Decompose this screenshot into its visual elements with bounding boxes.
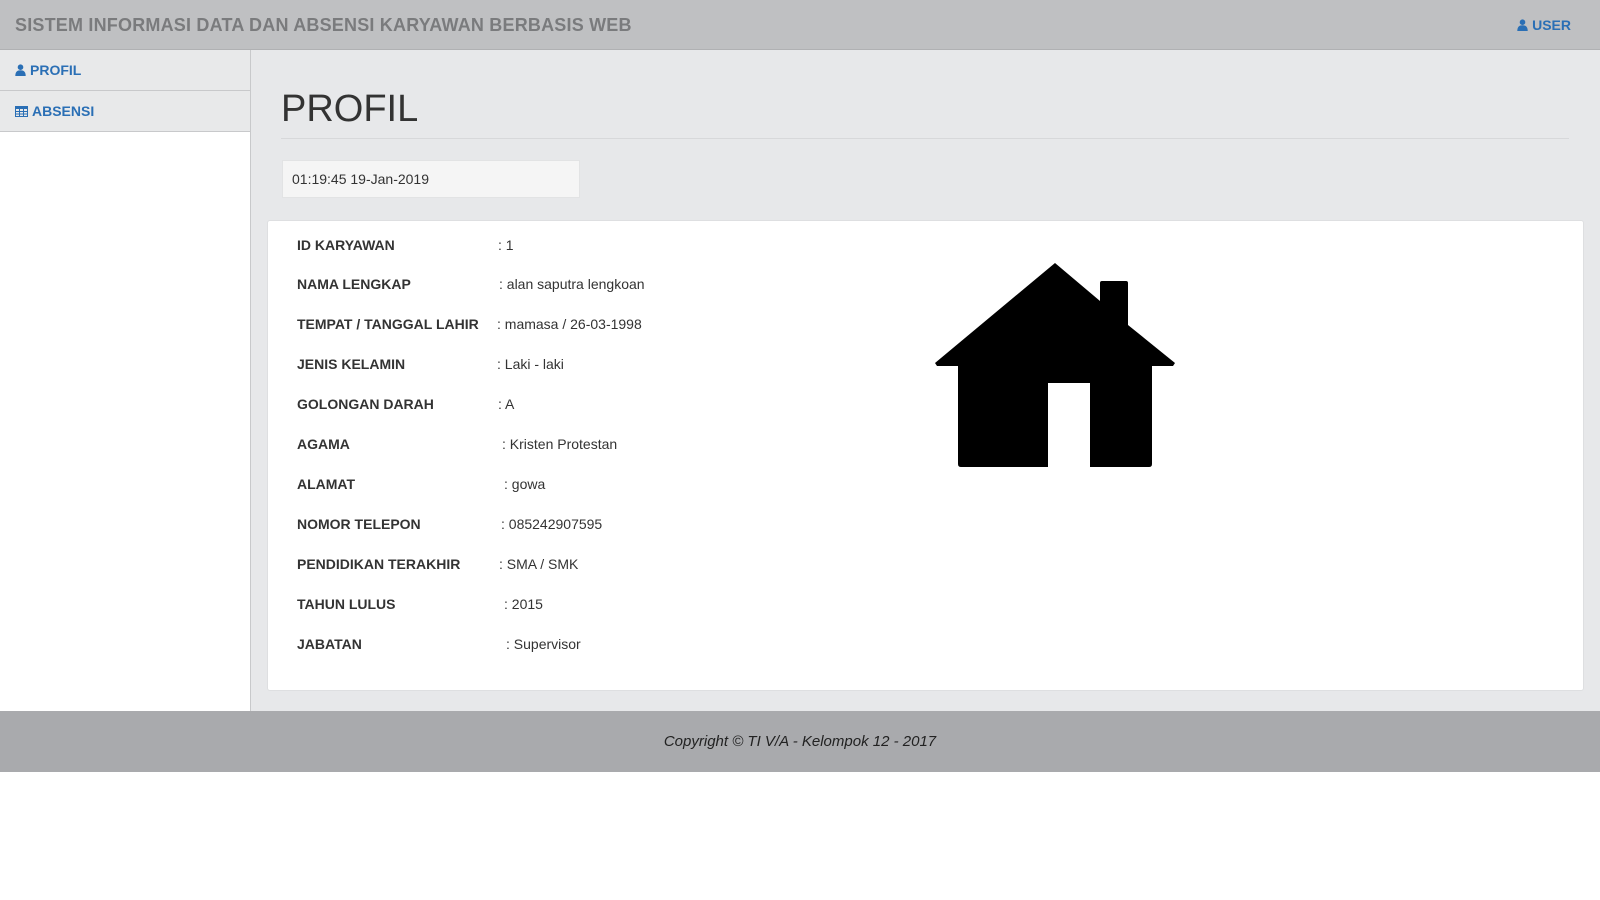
field-value: : mamasa / 26-03-1998 [497,316,642,332]
field-label: PENDIDIKAN TERAKHIR [297,556,461,572]
field-value: : 085242907595 [501,516,603,532]
field-label: GOLONGAN DARAH [297,396,434,412]
table-icon [15,105,28,117]
field-value: : alan saputra lengkoan [499,276,645,292]
user-menu-link[interactable]: USER [1517,17,1571,33]
field-label: JABATAN [297,636,362,652]
footer: Copyright © TI V/A - Kelompok 12 - 2017 [0,711,1600,772]
field-label: JENIS KELAMIN [297,356,406,372]
top-navbar: SISTEM INFORMASI DATA DAN ABSENSI KARYAW… [0,0,1600,50]
user-icon [15,64,26,76]
sidebar-item-label: PROFIL [30,62,82,78]
app-title: SISTEM INFORMASI DATA DAN ABSENSI KARYAW… [15,15,632,35]
field-value: : 1 [498,237,514,253]
field-value: : Kristen Protestan [502,436,618,452]
field-label: AGAMA [297,436,350,452]
sidebar: PROFIL ABSENSI [0,50,251,711]
title-divider [281,138,1569,139]
sidebar-item-profil[interactable]: PROFIL [0,50,250,91]
main-content: PROFIL 01:19:45 19-Jan-2019 ID KARYAWAN … [251,50,1600,711]
field-label: TAHUN LULUS [297,596,396,612]
field-label: NAMA LENGKAP [297,276,411,292]
field-label: NOMOR TELEPON [297,516,421,532]
field-label: ALAMAT [297,476,356,492]
page-title: PROFIL [281,88,419,130]
field-value: : A [498,396,515,412]
field-value: : Supervisor [506,636,581,652]
sidebar-item-absensi[interactable]: ABSENSI [0,91,250,132]
clock-display: 01:19:45 19-Jan-2019 [282,160,580,198]
field-value: : SMA / SMK [499,556,579,572]
field-value: : Laki - laki [497,356,564,372]
sidebar-item-label: ABSENSI [32,103,95,119]
field-value: : 2015 [504,596,543,612]
field-label: ID KARYAWAN [297,237,395,253]
field-label: TEMPAT / TANGGAL LAHIR [297,316,479,332]
user-icon [1517,19,1528,31]
profile-card: ID KARYAWAN : 1 NAMA LENGKAP : alan sapu… [267,220,1584,691]
user-menu-label: USER [1532,17,1571,33]
field-value: : gowa [504,476,546,492]
home-icon [935,263,1177,474]
copyright-text: Copyright © TI V/A - Kelompok 12 - 2017 [663,733,937,750]
